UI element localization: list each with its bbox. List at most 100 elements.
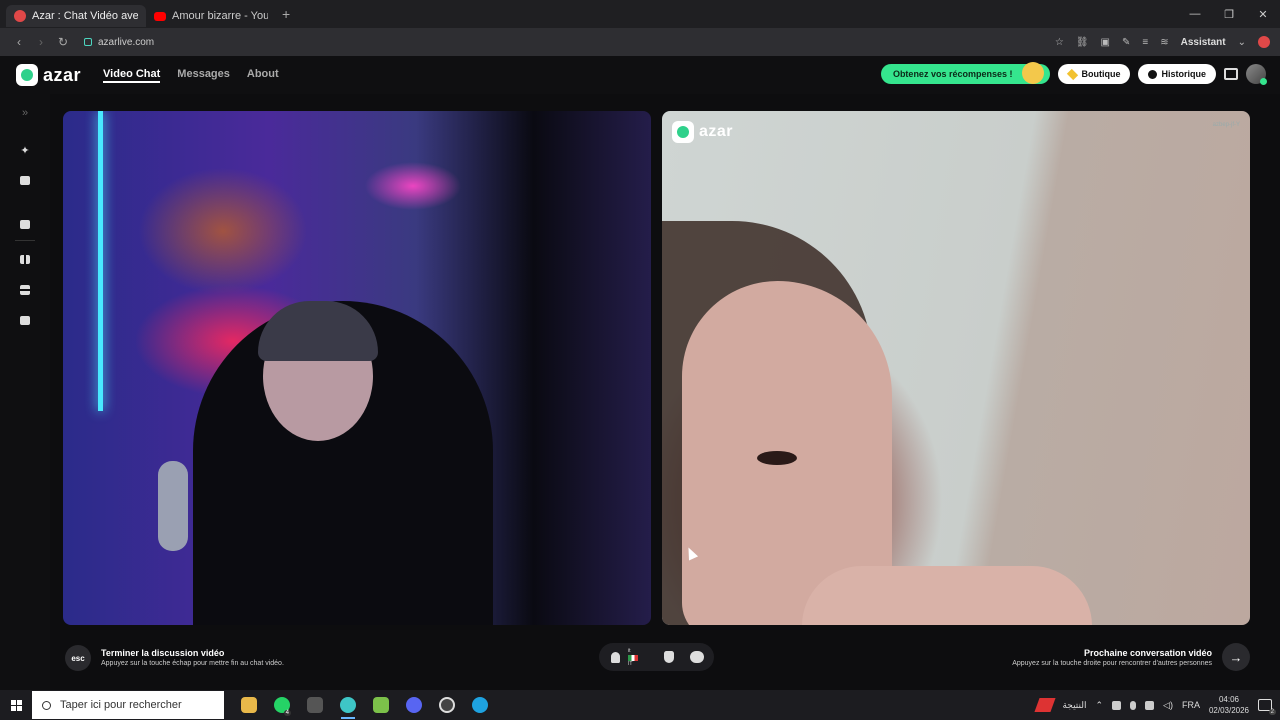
- back-arrow-icon[interactable]: ‹: [8, 35, 30, 49]
- app-icon[interactable]: [298, 690, 331, 720]
- notification-count: 2: [1268, 709, 1276, 715]
- layout-stack-icon[interactable]: [17, 282, 33, 298]
- new-tab-button[interactable]: +: [282, 6, 290, 22]
- magic-wand-icon[interactable]: ✦: [17, 142, 33, 158]
- site-info-icon[interactable]: [84, 38, 92, 46]
- reload-icon[interactable]: ↻: [52, 35, 74, 49]
- language-indicator[interactable]: FRA: [1182, 700, 1200, 710]
- nav-messages[interactable]: Messages: [177, 68, 230, 83]
- partner-country: IT: [628, 660, 633, 667]
- remote-eye: [757, 451, 797, 465]
- azar-logo[interactable]: azar: [16, 64, 81, 86]
- file-explorer-icon[interactable]: [232, 690, 265, 720]
- chevron-up-icon[interactable]: ⌃: [1095, 700, 1103, 711]
- main-nav: Video Chat Messages About: [103, 68, 279, 83]
- window-controls: — ❐ ✕: [1178, 0, 1280, 28]
- windows-taskbar: Taper ici pour rechercher 4 النتيجة ⌃ ◁)…: [0, 690, 1280, 720]
- chat-bubble-icon[interactable]: [690, 651, 704, 663]
- extension-icon[interactable]: ✎: [1122, 37, 1130, 48]
- edge-icon[interactable]: [463, 690, 496, 720]
- nav-about[interactable]: About: [247, 68, 279, 83]
- layout-side-icon[interactable]: [17, 251, 33, 267]
- camera-flip-icon[interactable]: [17, 216, 33, 232]
- profile-extension-icon[interactable]: [1258, 36, 1270, 48]
- azar-logo-icon: [672, 121, 694, 143]
- weather-text[interactable]: النتيجة: [1062, 700, 1086, 711]
- next-chat-title: Prochaine conversation vidéo: [1083, 648, 1212, 658]
- report-shield-icon[interactable]: [664, 651, 674, 663]
- taskbar-search[interactable]: Taper ici pour rechercher: [32, 691, 224, 719]
- expand-icon[interactable]: »: [17, 105, 33, 121]
- discord-icon[interactable]: [397, 690, 430, 720]
- network-icon[interactable]: [1145, 700, 1155, 710]
- tab-azar[interactable]: Azar : Chat Vidéo avec de: [6, 5, 146, 27]
- url-text: azarlive.com: [98, 36, 155, 48]
- browser-active-icon[interactable]: [331, 690, 364, 720]
- azar-favicon-icon: [14, 10, 26, 22]
- device-icon[interactable]: [1112, 700, 1122, 710]
- inbox-icon[interactable]: [1224, 68, 1238, 80]
- close-window-button[interactable]: ✕: [1246, 0, 1280, 28]
- user-icon[interactable]: [611, 651, 620, 663]
- restore-button[interactable]: ❐: [1212, 0, 1246, 28]
- history-label: Historique: [1161, 69, 1206, 79]
- clock-date: 02/03/2026: [1208, 706, 1249, 715]
- obs-icon[interactable]: [430, 690, 463, 720]
- partner-controls: it IT: [599, 643, 714, 671]
- url-field[interactable]: azarlive.com: [84, 37, 154, 48]
- avatar[interactable]: [1246, 64, 1267, 85]
- browser-tab-bar: Azar : Chat Vidéo avec de Amour bizarre …: [0, 0, 1280, 28]
- rewards-button[interactable]: Obtenez vos récompenses !: [880, 62, 1051, 84]
- notification-icon[interactable]: 2: [1258, 699, 1276, 715]
- menu-lines-icon[interactable]: ≡: [1142, 37, 1148, 48]
- neon-light: [98, 111, 103, 411]
- link-icon[interactable]: ⛓: [1076, 37, 1089, 48]
- audio-icon[interactable]: ≋: [1160, 37, 1168, 48]
- history-button[interactable]: Historique: [1138, 64, 1216, 84]
- microphone: [158, 461, 188, 551]
- toolbar-right: ☆ ⛓ ▣ ✎ ≡ ≋ Assistant ⌄: [1055, 28, 1270, 56]
- sticker-icon[interactable]: [17, 172, 33, 188]
- remote-hand: [802, 566, 1092, 625]
- next-chat-button[interactable]: →: [1222, 643, 1250, 671]
- layout-grid-icon[interactable]: [17, 312, 33, 328]
- volume-icon[interactable]: ◁): [1163, 700, 1173, 711]
- diamond-icon: [1067, 68, 1079, 80]
- remote-video: azar azbep-jf-Y: [662, 111, 1250, 625]
- azar-logo-icon: [16, 64, 38, 86]
- search-icon: [42, 700, 51, 710]
- whatsapp-badge: 4: [283, 710, 291, 716]
- bottom-controls: esc Terminer la discussion vidéo Appuyez…: [50, 630, 1280, 690]
- tab-title: Amour bizarre - YouTube: [172, 10, 268, 22]
- screenshot-icon[interactable]: ▣: [1101, 37, 1110, 48]
- tab-youtube[interactable]: Amour bizarre - YouTube: [146, 5, 276, 27]
- android-icon[interactable]: [364, 690, 397, 720]
- system-tray: النتيجة ⌃ ◁) FRA 04:06 02/03/2026 2: [1034, 690, 1280, 720]
- partner-language: it: [628, 647, 631, 654]
- partner-info[interactable]: it IT: [628, 648, 642, 667]
- weather-widget-icon[interactable]: [1034, 698, 1057, 712]
- minimize-button[interactable]: —: [1178, 0, 1212, 28]
- next-chat-hint: Appuyez sur la touche droite pour rencon…: [1012, 660, 1212, 667]
- app-header: azar Video Chat Messages About Obtenez v…: [0, 56, 1280, 94]
- assistant-button[interactable]: Assistant: [1181, 37, 1226, 48]
- chevron-down-icon[interactable]: ⌄: [1238, 37, 1246, 48]
- forward-arrow-icon[interactable]: ›: [30, 35, 52, 49]
- left-sidebar: » ✦: [0, 94, 50, 690]
- bookmark-star-icon[interactable]: ☆: [1055, 37, 1064, 48]
- whatsapp-icon[interactable]: 4: [265, 690, 298, 720]
- rewards-label: Obtenez vos récompenses !: [892, 69, 1013, 79]
- brand-name: azar: [43, 64, 82, 85]
- end-chat-button[interactable]: esc: [65, 645, 91, 671]
- windows-logo-icon: [10, 699, 22, 711]
- shop-button[interactable]: Boutique: [1058, 64, 1131, 84]
- watermark-text: azar: [699, 123, 734, 140]
- microphone-icon[interactable]: [1130, 700, 1137, 710]
- end-chat-hint: Appuyez sur la touche échap pour mettre …: [101, 660, 284, 667]
- start-button[interactable]: [0, 690, 32, 720]
- youtube-icon: [154, 11, 166, 21]
- nav-video-chat[interactable]: Video Chat: [103, 68, 161, 83]
- azar-watermark: azar: [672, 121, 733, 143]
- taskbar-clock[interactable]: 04:06 02/03/2026: [1209, 694, 1249, 716]
- clock-icon: [1148, 69, 1158, 79]
